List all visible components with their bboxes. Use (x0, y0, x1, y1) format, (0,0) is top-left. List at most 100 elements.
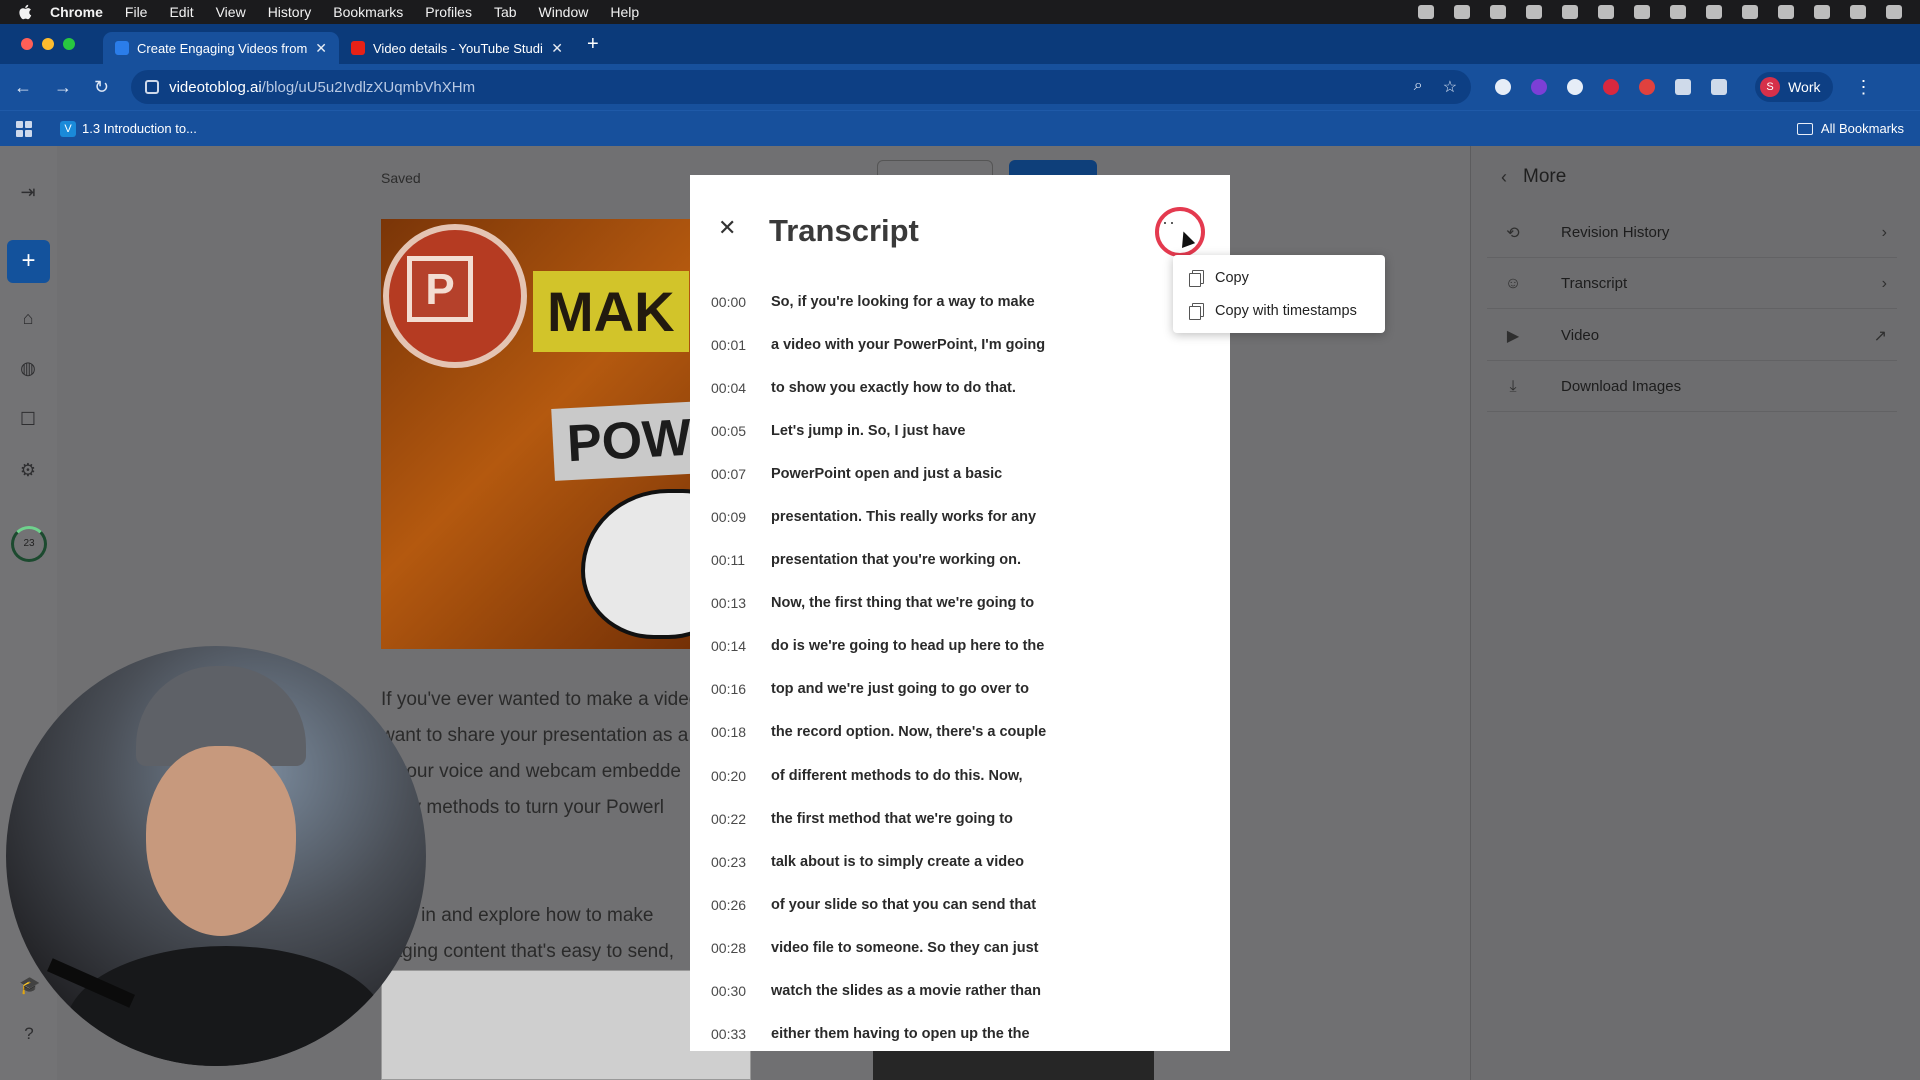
transcript-text: So, if you're looking for a way to make (771, 293, 1035, 310)
timestamp: 00:26 (711, 896, 747, 913)
menu-window[interactable]: Window (539, 4, 589, 20)
timestamp: 00:01 (711, 336, 747, 353)
hero-text-make: MAK (533, 271, 689, 352)
macos-menu-bar: Chrome File Edit View History Bookmarks … (0, 0, 1920, 24)
extension-icon[interactable] (1603, 79, 1620, 95)
bookmarks-bar: V 1.3 Introduction to... All Bookmarks (0, 110, 1920, 146)
profile-chip[interactable]: S Work (1755, 72, 1833, 102)
bookmark-star-icon[interactable]: ☆ (1443, 77, 1457, 97)
youtube-icon: ▶ (1506, 327, 1520, 345)
home-icon[interactable]: ⌂ (18, 308, 38, 328)
globe-icon[interactable]: ◍ (18, 358, 38, 378)
transcript-text: either them having to open up the the (771, 1026, 1030, 1043)
extension-icon[interactable] (1639, 79, 1656, 95)
usage-counter[interactable]: 23 (11, 526, 47, 562)
menu-help[interactable]: Help (610, 4, 639, 20)
graduation-cap-icon[interactable]: 🎓 (19, 976, 40, 996)
wifi-icon[interactable] (1778, 5, 1794, 19)
expand-sidebar-icon[interactable]: ⇥ (18, 182, 38, 202)
status-icon[interactable] (1418, 5, 1434, 19)
timestamp: 00:33 (711, 1026, 747, 1043)
zoom-window-button[interactable] (63, 38, 75, 50)
puzzle-extensions-icon[interactable] (1675, 79, 1692, 95)
panel-item-revision-history[interactable]: ⟲ Revision History › (1487, 208, 1897, 258)
browser-toolbar: ← → ↻ videotoblog.ai/blog/uU5u2IvdlzXUqm… (0, 64, 1920, 110)
address-bar[interactable]: videotoblog.ai/blog/uU5u2IvdlzXUqmbVhXHm… (131, 70, 1472, 104)
transcript-list: 00:00 So, if you're looking for a way to … (711, 280, 1171, 1056)
transcript-text: top and we're just going to go over to (771, 681, 1029, 698)
tab-videotoblog[interactable]: Create Engaging Videos from ✕ (103, 32, 339, 64)
apps-grid-icon[interactable] (16, 120, 32, 137)
powerpoint-logo-letter: P (407, 256, 473, 322)
dropbox-icon[interactable] (1490, 5, 1506, 19)
url-path: /blog/uU5u2IvdlzXUqmbVhXHm (261, 78, 476, 96)
window-controls (21, 38, 75, 50)
panel-item-download-images[interactable]: ⤓ Download Images (1487, 362, 1897, 412)
chrome-menu-icon[interactable]: ⋮ (1855, 77, 1873, 98)
close-tab-icon[interactable]: ✕ (551, 40, 563, 57)
new-tab-button[interactable]: + (587, 33, 599, 56)
status-icon[interactable] (1562, 5, 1578, 19)
zoom-icon[interactable]: ⌕ (1414, 77, 1423, 97)
panel-item-transcript[interactable]: ☺ Transcript › (1487, 259, 1897, 309)
site-info-icon[interactable] (145, 80, 160, 94)
panel-item-video[interactable]: ▶ Video ↗ (1487, 311, 1897, 361)
copy-with-timestamps-menu-item[interactable]: Copy with timestamps (1173, 294, 1385, 327)
menu-bookmarks[interactable]: Bookmarks (333, 4, 403, 20)
transcript-text: PowerPoint open and just a basic (771, 465, 1003, 482)
status-icon[interactable] (1670, 5, 1686, 19)
bookmark-item[interactable]: 1.3 Introduction to... (82, 121, 197, 136)
chevron-right-icon: › (1881, 274, 1887, 292)
extension-icon[interactable] (1567, 79, 1584, 95)
battery-icon[interactable] (1742, 5, 1758, 19)
status-icon[interactable] (1634, 5, 1650, 19)
extension-icon[interactable] (1531, 79, 1548, 95)
avatar: S (1760, 77, 1781, 97)
article-body[interactable]: If you've ever wanted to make a video wa… (381, 682, 711, 970)
menu-history[interactable]: History (268, 4, 312, 20)
panel-title: More (1523, 166, 1567, 187)
chevron-right-icon: › (1881, 223, 1887, 241)
transcript-row: 00:07 PowerPoint open and just a basic (711, 452, 1171, 495)
menu-tab[interactable]: Tab (494, 4, 517, 20)
panel-header[interactable]: ‹ More (1501, 166, 1566, 188)
close-window-button[interactable] (21, 38, 33, 50)
menu-profiles[interactable]: Profiles (425, 4, 472, 20)
menu-view[interactable]: View (216, 4, 246, 20)
robot-icon[interactable]: ☐ (18, 409, 38, 429)
help-icon[interactable]: ? (19, 1024, 39, 1044)
clock-icon[interactable] (1526, 5, 1542, 19)
transcript-row: 00:18 the record option. Now, there's a c… (711, 711, 1171, 754)
gear-icon[interactable]: ⚙ (18, 460, 38, 480)
menu-edit[interactable]: Edit (169, 4, 193, 20)
download-icon: ⤓ (1509, 377, 1517, 395)
panel-item-label: Revision History (1561, 224, 1670, 241)
control-center-icon[interactable] (1850, 5, 1866, 19)
minimize-window-button[interactable] (42, 38, 54, 50)
status-icon[interactable] (1886, 5, 1902, 19)
reload-icon[interactable]: ↻ (94, 77, 109, 98)
cast-icon[interactable] (1711, 79, 1728, 95)
extension-icon[interactable] (1495, 79, 1512, 95)
menu-app-chrome[interactable]: Chrome (50, 4, 103, 20)
close-icon[interactable]: ✕ (718, 215, 736, 241)
paragraph-line: easy methods to turn your Powerl (381, 797, 665, 818)
status-icon[interactable] (1454, 5, 1470, 19)
back-icon[interactable]: ← (14, 77, 32, 98)
menu-file[interactable]: File (125, 4, 148, 20)
apple-icon[interactable] (18, 4, 32, 20)
status-icon[interactable] (1598, 5, 1614, 19)
transcript-row: 00:11 presentation that you're working on… (711, 539, 1171, 582)
tab-title: Create Engaging Videos from (137, 40, 308, 56)
add-button[interactable]: + (7, 240, 50, 283)
all-bookmarks-button[interactable]: All Bookmarks (1796, 121, 1904, 136)
bluetooth-icon[interactable] (1706, 5, 1722, 19)
tab-youtube-studio[interactable]: Video details - YouTube Studi ✕ (339, 32, 575, 64)
forward-icon[interactable]: → (54, 77, 72, 98)
close-tab-icon[interactable]: ✕ (315, 40, 327, 57)
transcript-text: of your slide so that you can send that (771, 896, 1037, 913)
chevron-left-icon[interactable]: ‹ (1501, 167, 1507, 188)
copy-menu-item[interactable]: Copy (1173, 261, 1385, 294)
search-icon[interactable] (1814, 5, 1830, 19)
copy-icon (1189, 269, 1204, 287)
